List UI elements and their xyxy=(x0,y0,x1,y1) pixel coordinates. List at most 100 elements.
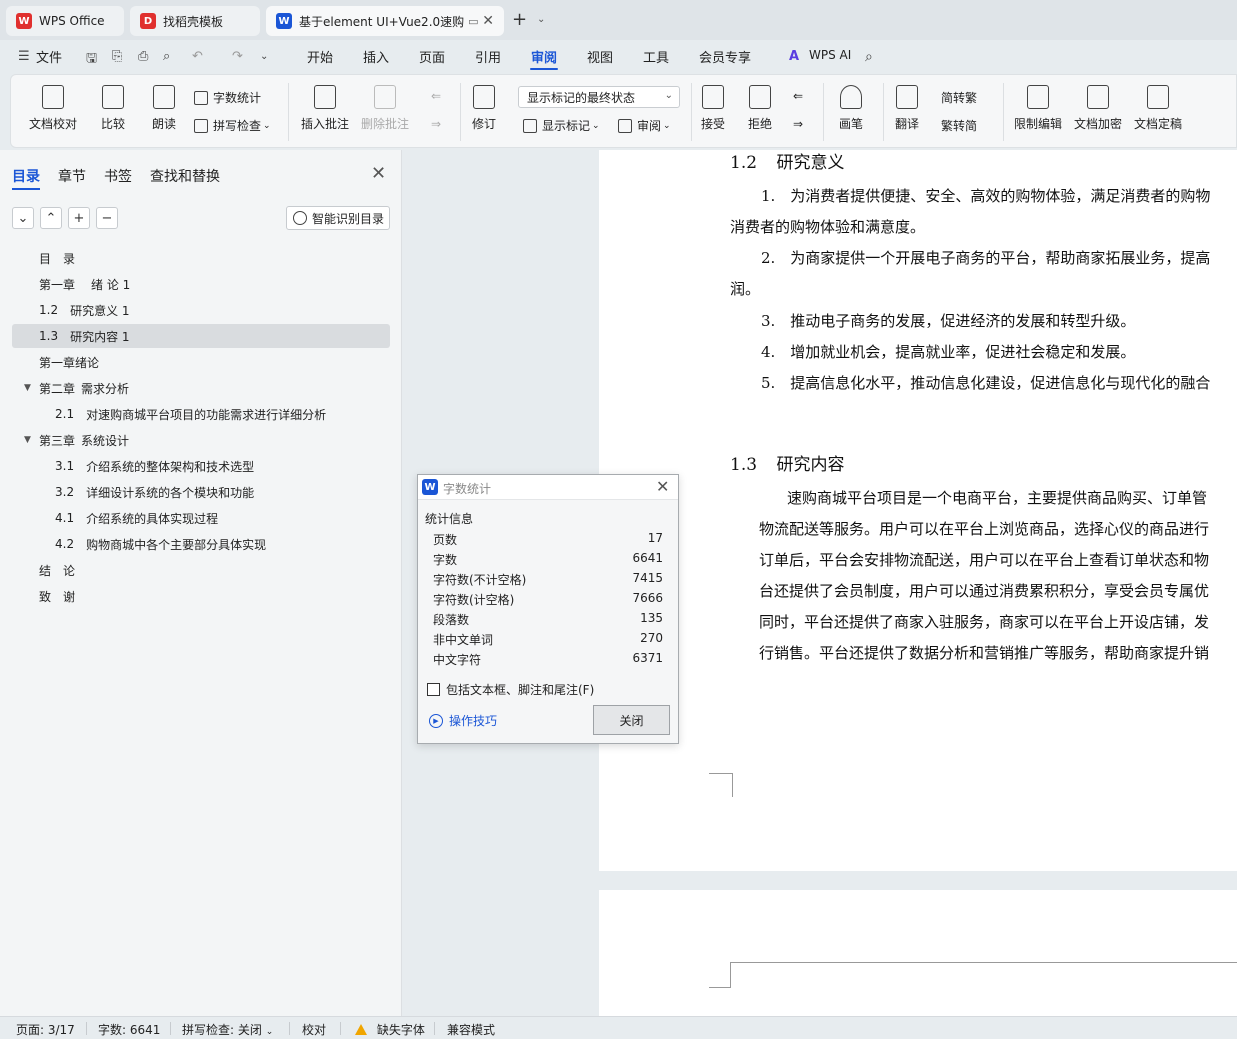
toc-item[interactable]: 3.1 介绍系统的整体架构和技术选型 xyxy=(12,454,390,478)
toc-item[interactable]: 4.2 购物商城中各个主要部分具体实现 xyxy=(12,532,390,556)
wps-ai-icon[interactable]: A xyxy=(789,49,799,64)
read-aloud-button[interactable]: 朗读 xyxy=(152,85,176,132)
heading-1-2: 1.2 研究意义 xyxy=(730,150,844,173)
review-pane-button[interactable]: 审阅 ⌄ xyxy=(618,117,671,134)
delete-comment-button[interactable]: 删除批注 xyxy=(361,85,409,132)
new-tab-icon[interactable]: + xyxy=(512,9,527,30)
more-chevron-icon[interactable]: ⌄ xyxy=(260,51,268,62)
encrypt-button[interactable]: 文档加密 xyxy=(1074,85,1122,132)
expanded-arrow-icon[interactable]: ▼ xyxy=(24,435,31,445)
revise-icon xyxy=(473,85,495,109)
toc-item-selected[interactable]: 1.3 研究内容 1 xyxy=(12,324,390,348)
close-icon[interactable]: ✕ xyxy=(656,477,669,496)
toc-item[interactable]: 结 论 xyxy=(12,558,390,582)
button-label: 删除批注 xyxy=(361,117,410,131)
word-count-indicator[interactable]: 字数: 6641 xyxy=(98,1021,160,1038)
to-simplified-button[interactable]: 繁转简 xyxy=(941,117,977,134)
toc-item[interactable]: 4.1 介绍系统的具体实现过程 xyxy=(12,506,390,530)
menu-view[interactable]: 视图 xyxy=(587,47,613,66)
toc-item[interactable]: 第一章 绪 论 1 xyxy=(12,272,390,296)
proofread-indicator[interactable]: 校对 xyxy=(302,1021,326,1038)
nav-tab-toc[interactable]: 目录 xyxy=(12,166,40,186)
menu-insert[interactable]: 插入 xyxy=(363,47,389,66)
document-page-next[interactable] xyxy=(599,890,1237,1016)
toc-item[interactable]: ▼ 第二章 需求分析 xyxy=(12,376,390,400)
expand-up-icon[interactable]: ⌃ xyxy=(40,207,62,229)
translate-button[interactable]: 翻译 xyxy=(895,85,919,132)
to-traditional-button[interactable]: 简转繁 xyxy=(941,89,977,106)
tab-docer-templates[interactable]: D 找稻壳模板 xyxy=(130,6,260,36)
tab-wps-office[interactable]: W WPS Office xyxy=(6,6,124,36)
next-comment-icon[interactable]: ⇒ xyxy=(431,117,441,131)
nav-tab-bookmarks[interactable]: 书签 xyxy=(104,166,132,186)
toc-item[interactable]: 致 谢 xyxy=(12,584,390,608)
expanded-arrow-icon[interactable]: ▼ xyxy=(24,383,31,393)
proofread-button[interactable]: 文档校对 xyxy=(29,85,77,132)
close-tab-icon[interactable]: ✕ xyxy=(482,13,494,29)
finalize-button[interactable]: 文档定稿 xyxy=(1134,85,1182,132)
toc-item[interactable]: 1.2 研究意义 1 xyxy=(12,298,390,322)
menu-member[interactable]: 会员专享 xyxy=(699,47,751,66)
spell-check-button[interactable]: 拼写检查 ⌄ xyxy=(194,117,271,134)
search-icon[interactable]: ⌕ xyxy=(865,49,873,65)
toc-item[interactable]: ▼ 第三章 系统设计 xyxy=(12,428,390,452)
toc-text: 绪 论 1 xyxy=(91,277,131,292)
menu-review[interactable]: 审阅 xyxy=(531,47,557,66)
add-heading-icon[interactable]: + xyxy=(68,207,90,229)
close-button[interactable]: 关闭 xyxy=(593,705,670,735)
compare-button[interactable]: 比较 xyxy=(101,85,125,132)
hamburger-icon[interactable]: ☰ xyxy=(18,49,30,64)
print-preview-icon[interactable]: ⌕ xyxy=(163,49,170,64)
remove-heading-icon[interactable]: − xyxy=(96,207,118,229)
page-indicator[interactable]: 页面: 3/17 xyxy=(16,1021,75,1038)
nav-tab-find-replace[interactable]: 查找和替换 xyxy=(150,166,220,186)
close-panel-icon[interactable]: ✕ xyxy=(371,163,386,184)
show-markup-button[interactable]: 显示标记 ⌄ xyxy=(523,117,600,134)
toc-num: 1.3 xyxy=(39,329,59,343)
spell-check-indicator[interactable]: 拼写检查: 关闭 ⌄ xyxy=(182,1021,273,1038)
export-icon[interactable]: ⎘ xyxy=(112,49,122,64)
next-revision-icon[interactable]: ⇒ xyxy=(793,117,803,131)
collapse-icon[interactable]: ⌄ xyxy=(12,207,34,229)
undo-icon[interactable]: ↶ xyxy=(192,49,203,64)
restrict-edit-button[interactable]: 限制编辑 xyxy=(1014,85,1062,132)
chevron-down-icon[interactable]: ⌄ xyxy=(537,14,545,25)
menu-wps-ai[interactable]: WPS AI xyxy=(809,48,851,62)
missing-font-indicator[interactable]: 缺失字体 xyxy=(355,1021,425,1038)
print-icon[interactable]: ⎙ xyxy=(138,49,148,64)
redo-icon[interactable]: ↷ xyxy=(232,49,243,64)
prev-comment-icon[interactable]: ⇐ xyxy=(431,89,441,103)
toc-item[interactable]: 第一章绪论 xyxy=(12,350,390,374)
menu-reference[interactable]: 引用 xyxy=(475,47,501,66)
tab-document[interactable]: W 基于element UI+Vue2.0速购 ▭ ✕ xyxy=(266,6,504,36)
document-page[interactable]: 1.2 研究意义 1. 为消费者提供便捷、安全、高效的购物体验，满足消费者的购物… xyxy=(599,150,1237,871)
include-textbox-checkbox[interactable]: 包括文本框、脚注和尾注(F) xyxy=(427,681,594,698)
compat-mode-indicator[interactable]: 兼容模式 xyxy=(447,1021,495,1038)
nav-tab-sections[interactable]: 章节 xyxy=(58,166,86,186)
toc-item[interactable]: 3.2 详细设计系统的各个模块和功能 xyxy=(12,480,390,504)
menu-tools[interactable]: 工具 xyxy=(643,47,669,66)
monitor-icon[interactable]: ▭ xyxy=(468,15,478,28)
reject-button[interactable]: 拒绝 xyxy=(748,85,772,132)
tips-link[interactable]: ▶ 操作技巧 xyxy=(429,712,497,729)
accept-button[interactable]: 接受 xyxy=(701,85,725,132)
toc-item[interactable]: 目 录 xyxy=(12,246,390,270)
insert-comment-button[interactable]: 插入批注 xyxy=(301,85,349,132)
prev-revision-icon[interactable]: ⇐ xyxy=(793,89,803,103)
active-menu-underline xyxy=(530,68,558,70)
brush-button[interactable]: 画笔 xyxy=(839,85,863,132)
save-icon[interactable]: 🖫 xyxy=(86,49,97,71)
toc-item[interactable]: 2.1 对速购商城平台项目的功能需求进行详细分析 xyxy=(12,402,390,426)
menu-page[interactable]: 页面 xyxy=(419,47,445,66)
checkbox-box[interactable] xyxy=(427,683,440,696)
menu-home[interactable]: 开始 xyxy=(307,47,333,66)
toc-num: 4.2 xyxy=(55,537,75,551)
revise-button[interactable]: 修订 xyxy=(472,85,496,132)
markup-state-select[interactable]: 显示标记的最终状态 ⌄ xyxy=(518,86,680,108)
divider xyxy=(434,1022,435,1035)
menu-file[interactable]: 文件 xyxy=(36,47,62,66)
button-label: 简转繁 xyxy=(941,91,978,105)
smart-toc-button[interactable]: 智能识别目录 xyxy=(286,206,390,230)
word-count-button[interactable]: 字数统计 xyxy=(194,89,261,106)
dialog-titlebar[interactable]: W 字数统计 ✕ xyxy=(418,475,678,500)
